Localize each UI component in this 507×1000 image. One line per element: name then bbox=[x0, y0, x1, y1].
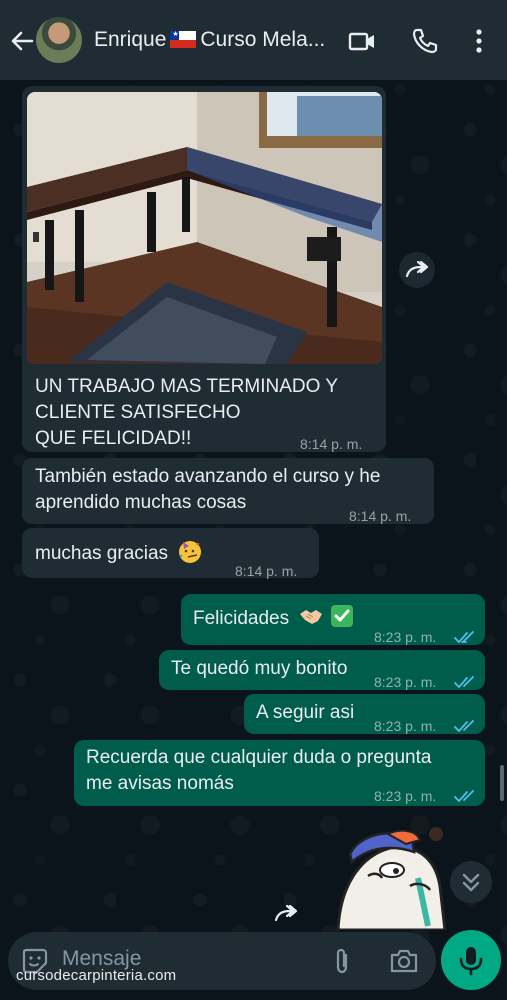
read-ticks-icon bbox=[454, 785, 476, 802]
message-time: 8:23 p. m. bbox=[374, 629, 437, 645]
caption-line: UN TRABAJO MAS TERMINADO Y bbox=[35, 376, 338, 397]
message-line: aprendido muchas cosas bbox=[35, 492, 247, 513]
read-ticks-icon bbox=[454, 715, 476, 732]
back-arrow-icon[interactable] bbox=[6, 26, 38, 56]
message-text: A seguir asi bbox=[256, 702, 355, 723]
outgoing-message[interactable]: A seguir asi 8:23 p. m. bbox=[244, 694, 485, 734]
message-time: 8:23 p. m. bbox=[374, 674, 437, 690]
contact-avatar[interactable] bbox=[36, 17, 82, 63]
message-time: 8:23 p. m. bbox=[374, 788, 437, 804]
scrollbar[interactable] bbox=[500, 765, 504, 801]
caption-line: CLIENTE SATISFECHO bbox=[35, 402, 241, 423]
message-time: 8:23 p. m. bbox=[374, 718, 437, 734]
incoming-message[interactable]: muchas gracias 8:14 p. m. bbox=[22, 528, 319, 579]
cartoon-sticker[interactable] bbox=[330, 826, 460, 932]
forward-icon[interactable] bbox=[268, 896, 304, 932]
attach-paperclip-icon[interactable] bbox=[330, 946, 354, 976]
outgoing-message[interactable]: Felicidades 8:23 p. m. bbox=[181, 594, 485, 645]
chat-header: Enrique ★ Curso Mela... bbox=[0, 0, 507, 80]
microphone-icon bbox=[459, 947, 483, 976]
camera-icon[interactable] bbox=[388, 946, 420, 976]
message-line: También estado avanzando el curso y he bbox=[35, 466, 381, 487]
chat-title[interactable]: Enrique ★ Curso Mela... bbox=[94, 28, 334, 52]
check-mark-emoji-icon bbox=[330, 604, 354, 628]
handshake-emoji-icon bbox=[298, 604, 324, 628]
chat-title-suffix: Curso Mela... bbox=[200, 28, 326, 51]
read-ticks-icon bbox=[454, 626, 476, 643]
incoming-image-message[interactable]: UN TRABAJO MAS TERMINADO Y CLIENTE SATIS… bbox=[22, 86, 386, 452]
message-line: Recuerda que cualquier duda o pregunta bbox=[86, 747, 432, 768]
more-options-icon[interactable] bbox=[464, 26, 494, 56]
watermark-text: cursodecarpinteria.com bbox=[16, 967, 177, 984]
message-text: Te quedó muy bonito bbox=[171, 658, 348, 679]
outgoing-message[interactable]: Recuerda que cualquier duda o pregunta m… bbox=[74, 740, 485, 806]
message-text: Felicidades bbox=[193, 608, 290, 629]
forward-icon[interactable] bbox=[399, 252, 435, 288]
outgoing-message[interactable]: Te quedó muy bonito 8:23 p. m. bbox=[159, 650, 485, 690]
read-ticks-icon bbox=[454, 671, 476, 688]
chile-flag-icon: ★ bbox=[170, 31, 197, 48]
incoming-message[interactable]: También estado avanzando el curso y he a… bbox=[22, 458, 434, 524]
message-time: 8:14 p. m. bbox=[300, 436, 363, 452]
message-text: muchas gracias bbox=[35, 543, 169, 564]
party-face-emoji-icon bbox=[177, 538, 203, 564]
desk-photo[interactable] bbox=[27, 92, 382, 364]
contact-name: Enrique bbox=[94, 28, 167, 51]
scroll-to-bottom-button[interactable] bbox=[450, 861, 492, 903]
microphone-button[interactable] bbox=[441, 930, 501, 990]
message-time: 8:14 p. m. bbox=[349, 508, 412, 524]
phone-call-icon[interactable] bbox=[410, 26, 440, 56]
message-time: 8:14 p. m. bbox=[235, 563, 298, 579]
video-call-icon[interactable] bbox=[347, 26, 377, 56]
